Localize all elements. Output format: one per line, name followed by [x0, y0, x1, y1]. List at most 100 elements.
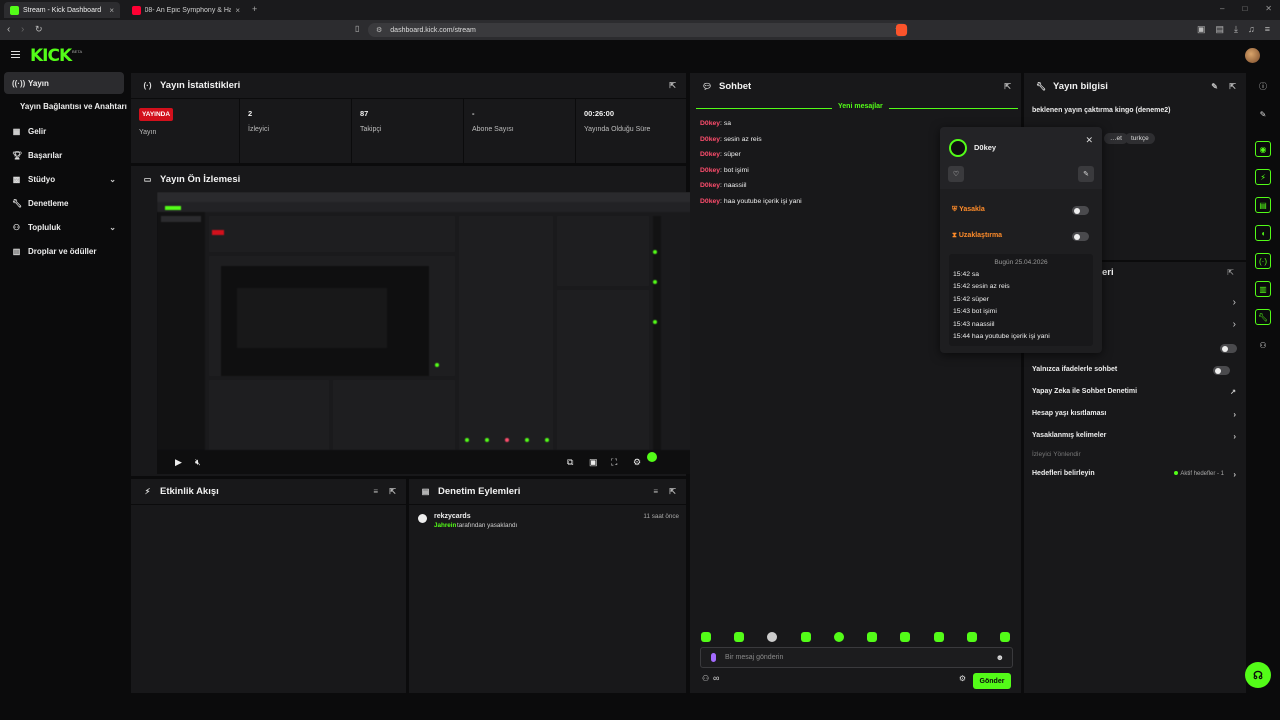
chat-input[interactable]: Bir mesaj gönderin ☻ [700, 647, 1013, 668]
stream-preview-video[interactable]: ▶ 🔇︎ ⧉ ▣ ⛶ ⚙ [157, 192, 691, 474]
sidebar-item-studyo[interactable]: ▩ Stüdyo ⌄ [4, 168, 124, 190]
emote-icon[interactable] [701, 632, 711, 642]
popout-icon[interactable]: ⇱ [1004, 82, 1011, 91]
setting-account-age[interactable]: Hesap yaşı kısıtlaması › [1032, 410, 1236, 424]
close-icon[interactable]: × [235, 6, 240, 15]
chevron-right-icon[interactable]: › [1233, 297, 1236, 308]
chat-username[interactable]: D0key [700, 120, 720, 127]
chat-message[interactable]: D0key: sesin az reis [700, 136, 762, 143]
mod-entry-actor[interactable]: Jahrein [434, 522, 456, 529]
chat-username[interactable]: D0key [700, 198, 720, 205]
edit-icon[interactable]: ✎ [1255, 106, 1271, 122]
close-window-icon[interactable]: ✕ [1265, 4, 1272, 13]
user-avatar[interactable] [1245, 48, 1260, 63]
fullscreen-icon[interactable]: ⛶ [611, 457, 617, 468]
hamburger-menu-icon[interactable] [11, 51, 20, 58]
chart-icon[interactable]: ↗ [1230, 388, 1236, 396]
forward-icon[interactable]: › [21, 24, 24, 35]
popout-icon[interactable]: ⇱ [1229, 82, 1236, 91]
minimize-icon[interactable]: – [1220, 4, 1224, 13]
media-icon[interactable]: ♫ [1248, 24, 1255, 35]
sidebar-item-stream-key[interactable]: Yayın Bağlantısı ve Anahtarı [20, 102, 127, 111]
filter-icon[interactable]: ≡ [373, 487, 378, 496]
toggle-switch[interactable] [1220, 344, 1237, 353]
play-icon[interactable]: ▶ [175, 457, 182, 468]
ban-toggle[interactable] [1072, 206, 1089, 215]
community-icon[interactable]: ⚇ [1255, 337, 1271, 353]
broadcast-icon[interactable]: (·) [1255, 253, 1271, 269]
emote-icon[interactable] [734, 632, 744, 642]
setting-banned-words[interactable]: Yasaklanmış kelimeler › [1032, 432, 1236, 446]
popout-icon[interactable]: ⇱ [669, 487, 676, 496]
mod-entry-user[interactable]: rekzycards [434, 513, 471, 520]
popout-icon[interactable]: ⇱ [1227, 268, 1234, 277]
tag-chip[interactable]: turkçe [1125, 133, 1155, 144]
info-icon[interactable]: ⓘ [1255, 78, 1271, 94]
chat-message[interactable]: D0key: haa youtube içerik işi yani [700, 198, 802, 205]
brave-shield-icon[interactable] [896, 24, 907, 36]
site-info-icon[interactable]: ⚙ [376, 26, 382, 34]
menu-icon[interactable]: ≡ [1265, 24, 1270, 35]
maximize-icon[interactable]: □ [1242, 4, 1247, 13]
emote-icon[interactable] [834, 632, 844, 642]
sidebar-item-yayin[interactable]: ((·)) Yayın [4, 72, 124, 94]
close-icon[interactable]: ✕ [1085, 135, 1093, 146]
edit-icon[interactable]: ✎ [1211, 82, 1218, 91]
chat-username[interactable]: D0key [700, 167, 720, 174]
back-icon[interactable]: ‹ [7, 24, 10, 35]
sidebar-item-topluluk[interactable]: ⚇ Topluluk ⌄ [4, 216, 124, 238]
download-icon[interactable]: ⤓ [1234, 24, 1238, 35]
sidebar-toggle-icon[interactable]: ▤ [1215, 24, 1224, 35]
chat-username[interactable]: D0key [700, 136, 720, 143]
community-icon[interactable]: ⚇ [702, 674, 709, 683]
follow-heart-button[interactable]: ♡ [948, 166, 964, 182]
lightning-icon[interactable]: ⚡︎ [1255, 169, 1271, 185]
setting-ai-moderation[interactable]: Yapay Zeka ile Sohbet Denetimi ↗ [1032, 388, 1236, 402]
emoji-icon[interactable]: ☻ [996, 653, 1004, 662]
setting-emotes-only[interactable]: Yalnızca ifadelerle sohbet [1032, 366, 1236, 380]
microphone-icon[interactable] [711, 653, 716, 662]
chat-message[interactable]: D0key: süper [700, 151, 741, 158]
sidebar-item-droplar[interactable]: ▥ Droplar ve ödüller [4, 240, 124, 262]
ban-action[interactable]: ⛨ Yasakla [952, 206, 985, 214]
emote-icon[interactable] [967, 632, 977, 642]
timeout-action[interactable]: ⧗ Uzaklaştırma [952, 232, 1002, 240]
emote-icon[interactable] [934, 632, 944, 642]
support-chat-icon[interactable]: ☊ [1245, 662, 1271, 688]
wrench-icon[interactable]: 🔧︎ [1255, 309, 1271, 325]
new-tab-button[interactable]: + [252, 4, 257, 14]
toggle-switch[interactable] [1213, 366, 1230, 375]
sidebar-item-gelir[interactable]: ▦ Gelir [4, 120, 124, 142]
pin-button[interactable]: ✎ [1078, 166, 1094, 182]
reload-icon[interactable]: ↻ [35, 24, 43, 35]
setting-goals[interactable]: Hedefleri belirleyin Aktif hedefler - 1 … [1032, 470, 1236, 484]
sidebar-item-denetleme[interactable]: 🔧︎ Denetleme [4, 192, 124, 214]
mute-icon[interactable]: 🔇︎ [195, 457, 201, 468]
extensions-icon[interactable]: ▣ [1197, 24, 1206, 35]
emote-icon[interactable] [900, 632, 910, 642]
url-bar[interactable]: ⚙ dashboard.kick.com/stream ⇪ [368, 23, 908, 37]
emote-icon[interactable] [767, 632, 777, 642]
chat-message[interactable]: D0key: naassiil [700, 182, 746, 189]
chat-username[interactable]: D0key [700, 151, 720, 158]
emote-icon[interactable] [1000, 632, 1010, 642]
user-card-name[interactable]: D0key [974, 143, 996, 152]
browser-tab-youtube[interactable]: 08- An Epic Symphony & Hayko × [126, 2, 246, 18]
send-button[interactable]: Gönder [973, 673, 1011, 689]
timeout-toggle[interactable] [1072, 232, 1089, 241]
chat-settings-icon[interactable]: ⚙ [959, 674, 966, 683]
sidebar-item-basarilar[interactable]: 🏆︎ Başarılar [4, 144, 124, 166]
chat-message[interactable]: D0key: sa [700, 120, 731, 127]
popout-icon[interactable]: ⇱ [389, 487, 396, 496]
emote-icon[interactable] [867, 632, 877, 642]
theater-icon[interactable]: ▣ [589, 457, 598, 468]
bookmark-icon[interactable]: ▯ [355, 24, 359, 33]
popout-icon[interactable]: ⇱ [669, 81, 676, 90]
emote-icon[interactable] [801, 632, 811, 642]
filter-icon[interactable]: ≡ [653, 487, 658, 496]
document-icon[interactable]: ▤ [1255, 197, 1271, 213]
kick-logo[interactable]: KICK [30, 46, 72, 66]
settings-icon[interactable]: ⚙ [633, 457, 641, 468]
camera-icon[interactable]: ◉ [1255, 141, 1271, 157]
close-icon[interactable]: × [109, 6, 114, 15]
